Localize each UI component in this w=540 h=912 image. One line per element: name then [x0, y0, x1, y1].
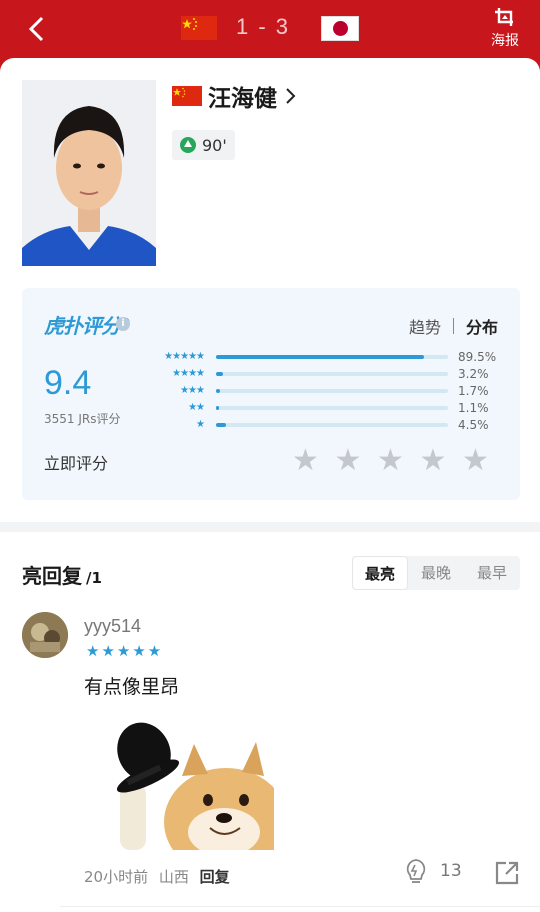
distribution-bar	[216, 372, 448, 376]
distribution-bar-fill	[216, 355, 424, 359]
poster-button[interactable]: 海报	[488, 6, 522, 50]
comment-location: 山西	[158, 868, 189, 886]
comment-meta: 20小时前 山西 回复	[84, 866, 230, 887]
like-count: 13	[440, 861, 462, 881]
sort-earliest[interactable]: 最早	[464, 556, 520, 590]
tab-trend[interactable]: 趋势	[409, 314, 441, 338]
rate-star-2-icon[interactable]: ★	[335, 446, 365, 476]
share-icon[interactable]	[494, 860, 520, 886]
substitution-badge: 90'	[172, 130, 235, 160]
back-arrow-icon[interactable]	[22, 12, 52, 46]
divider	[60, 906, 540, 907]
distribution-bar	[216, 406, 448, 410]
china-flag-icon	[172, 86, 202, 106]
sub-minute: 90'	[202, 135, 227, 155]
distribution-bar-fill	[216, 423, 227, 427]
distribution-row: ★★ 1.1%	[152, 401, 512, 418]
china-flag-icon	[181, 16, 217, 40]
distribution-bar-fill	[216, 406, 220, 410]
rate-now-label: 立即评分	[44, 454, 109, 473]
match-score: 1 - 3	[236, 14, 291, 39]
rate-star-3-icon[interactable]: ★	[377, 446, 407, 476]
match-header: 1 - 3 海报	[0, 0, 540, 64]
sort-latest[interactable]: 最晚	[408, 556, 464, 590]
reply-button[interactable]: 回复	[200, 868, 230, 886]
replies-title: 亮回复	[22, 564, 82, 588]
star-level-label: ★★★★★	[164, 351, 205, 362]
player-sheet: 汪海健 90' 虎扑评分® i 趋势 分布 9.4 3551 JRs评分 ★★★…	[0, 58, 540, 912]
avatar[interactable]	[22, 612, 68, 658]
replies-count: /1	[86, 569, 102, 587]
distribution-percent: 89.5%	[458, 350, 497, 364]
distribution-row: ★★★★★ 89.5%	[152, 350, 512, 367]
info-icon[interactable]: i	[116, 317, 130, 331]
distribution-percent: 1.7%	[458, 384, 489, 398]
distribution-bar-fill	[216, 372, 224, 376]
distribution-bar	[216, 423, 448, 427]
rating-card: 虎扑评分® i 趋势 分布 9.4 3551 JRs评分 ★★★★★ 89.5%…	[22, 288, 520, 500]
chevron-right-icon	[286, 88, 296, 104]
comment-username[interactable]: yyy514	[84, 616, 141, 637]
star-level-label: ★	[196, 419, 205, 430]
player-name: 汪海健	[208, 86, 277, 112]
divider	[452, 318, 454, 334]
rate-star-5-icon[interactable]: ★	[462, 446, 492, 476]
star-level-label: ★★★★	[172, 368, 205, 379]
japan-flag-icon	[321, 16, 359, 41]
star-level-label: ★★★	[180, 385, 205, 396]
replies-header: 亮回复/1	[22, 560, 102, 589]
crop-icon	[495, 8, 513, 26]
player-photo	[22, 80, 156, 266]
rate-star-selector: ★ ★ ★ ★ ★	[292, 446, 505, 476]
distribution-bar	[216, 389, 448, 393]
rating-view-toggle: 趋势 分布	[409, 314, 498, 338]
distribution-percent: 3.2%	[458, 367, 489, 381]
distribution-percent: 1.1%	[458, 401, 489, 415]
distribution-bar-fill	[216, 389, 220, 393]
rate-star-1-icon[interactable]: ★	[292, 446, 322, 476]
sort-hottest[interactable]: 最亮	[352, 556, 408, 590]
rating-distribution: ★★★★★ 89.5% ★★★★ 3.2% ★★★ 1.7% ★★ 1.1% ★	[152, 350, 512, 435]
comment-time: 20小时前	[84, 868, 149, 886]
vote-count: 3551 JRs评分	[44, 412, 121, 426]
comment-user-rating: ★★★★★	[86, 642, 164, 660]
sub-in-icon	[180, 137, 196, 153]
star-level-label: ★★	[188, 402, 205, 413]
like-button[interactable]: 13	[404, 858, 462, 884]
comment-image[interactable]	[104, 714, 274, 850]
tab-distribution[interactable]: 分布	[466, 314, 498, 338]
poster-label: 海报	[491, 33, 519, 49]
reply-sort-tabs: 最亮 最晚 最早	[352, 556, 520, 590]
distribution-row: ★ 4.5%	[152, 418, 512, 435]
lightbulb-icon	[406, 859, 426, 883]
distribution-bar	[216, 355, 448, 359]
section-divider	[0, 522, 540, 532]
rate-star-4-icon[interactable]: ★	[420, 446, 450, 476]
distribution-percent: 4.5%	[458, 418, 489, 432]
distribution-row: ★★★ 1.7%	[152, 384, 512, 401]
comment-text: 有点像里昂	[84, 676, 180, 698]
player-name-row[interactable]: 汪海健	[172, 80, 297, 112]
distribution-row: ★★★★ 3.2%	[152, 367, 512, 384]
average-score: 9.4	[44, 364, 92, 402]
